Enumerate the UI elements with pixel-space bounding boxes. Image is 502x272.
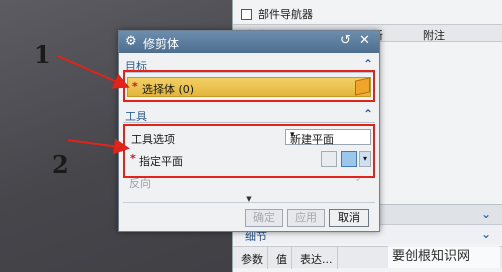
annotation-marker-1: 1 bbox=[34, 40, 51, 69]
annotation-arrows bbox=[57, 55, 130, 155]
annotation-marker-2: 2 bbox=[52, 150, 69, 179]
arrow-to-tool bbox=[67, 138, 130, 155]
watermark: 要创根知识网 bbox=[388, 246, 500, 268]
arrow-to-target bbox=[57, 55, 130, 89]
